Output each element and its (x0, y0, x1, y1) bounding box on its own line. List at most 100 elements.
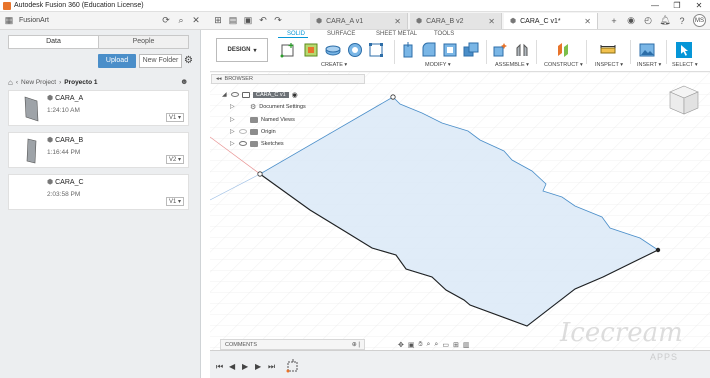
gear-icon[interactable]: ⚙ (184, 55, 193, 66)
undo-icon[interactable]: ↶ (257, 14, 269, 26)
browser-item-sketches[interactable]: ▷ Sketches (230, 138, 284, 149)
close-tab-icon[interactable]: ✕ (394, 17, 401, 26)
activate-radio-icon[interactable]: ◉ (292, 91, 298, 99)
sketch-point[interactable] (390, 94, 396, 100)
save-icon[interactable]: ▣ (242, 14, 254, 26)
tab-cara-a[interactable]: ⬢ CARA_A v1 ✕ (310, 13, 408, 29)
avatar[interactable]: MS (693, 14, 706, 27)
close-button[interactable]: ✕ (688, 0, 710, 12)
tab-cara-b[interactable]: ⬢ CARA_B v2 ✕ (410, 13, 502, 29)
list-item[interactable]: ⬢ CARA_B 1:16:44 PM V2 ▾ (8, 132, 189, 168)
look-at-icon[interactable]: ▣ (408, 341, 415, 349)
list-item[interactable]: ⬢ CARA_A 1:24:10 AM V1 ▾ (8, 90, 189, 126)
assemble-menu[interactable]: ASSEMBLE ▾ (495, 62, 529, 68)
tab-surface[interactable]: SURFACE (327, 31, 355, 37)
refresh-icon[interactable]: ⟳ (160, 14, 172, 26)
new-tab-icon[interactable]: + (608, 15, 620, 27)
notifications-icon[interactable]: 🔔︎ (659, 15, 671, 27)
construct-point-icon[interactable] (368, 42, 384, 58)
close-panel-icon[interactable]: ✕ (190, 14, 202, 26)
construct-menu[interactable]: CONSTRUCT ▾ (544, 62, 583, 68)
apps-grid-icon[interactable]: ⊞ (212, 14, 224, 26)
search-icon[interactable]: ⌕ (175, 14, 187, 26)
visibility-eye-icon[interactable] (231, 92, 239, 97)
browser-panel-header[interactable]: ◂◂ BROWSER (211, 74, 365, 84)
project-name[interactable]: FusionArt (19, 17, 49, 24)
visibility-eye-icon[interactable] (239, 141, 247, 146)
fillet-icon[interactable] (421, 42, 437, 58)
pan-hand-icon[interactable]: ✋︎ (419, 341, 423, 349)
tab-tools[interactable]: TOOLS (434, 31, 454, 37)
maximize-button[interactable]: ❐ (666, 0, 688, 12)
revolve-icon[interactable] (325, 42, 341, 58)
data-panel-grid-icon[interactable]: ▦ (3, 14, 15, 26)
sketch-point[interactable] (257, 171, 263, 177)
help-icon[interactable]: ? (676, 15, 688, 27)
close-tab-icon[interactable]: ✕ (488, 17, 495, 26)
insert-menu[interactable]: INSERT ▾ (637, 62, 661, 68)
sketch-point[interactable] (655, 247, 661, 253)
browser-item-document-settings[interactable]: ▷ ⚙ Document Settings (230, 101, 306, 112)
minimize-button[interactable]: — (644, 0, 666, 12)
version-badge[interactable]: V2 ▾ (165, 155, 184, 164)
offset-plane-icon[interactable] (555, 42, 571, 58)
browser-item-origin[interactable]: ▷ Origin (230, 126, 276, 137)
select-menu[interactable]: SELECT ▾ (672, 62, 698, 68)
close-tab-icon[interactable]: ✕ (584, 17, 591, 26)
zoom-window-icon[interactable]: ⌕ (434, 341, 438, 349)
file-menu-icon[interactable]: ▤ (227, 14, 239, 26)
go-to-end-icon[interactable]: ⏭ (268, 362, 275, 372)
home-icon[interactable]: ⌂ (8, 78, 13, 87)
inspect-menu[interactable]: INSPECT ▾ (595, 62, 623, 68)
zoom-icon[interactable]: ⌕ (427, 341, 431, 349)
upload-button[interactable]: Upload (98, 54, 136, 68)
modify-menu[interactable]: MODIFY ▾ (425, 62, 451, 68)
collapse-arrows-icon[interactable]: ◂◂ (216, 76, 222, 82)
create-menu[interactable]: CREATE ▾ (321, 62, 347, 68)
insert-image-icon[interactable] (639, 42, 655, 58)
comments-panel[interactable]: COMMENTS ⊕ | (220, 339, 365, 350)
job-status-icon[interactable]: ◴ (642, 15, 654, 27)
step-back-icon[interactable]: ◀ (229, 362, 235, 371)
browser-root-component[interactable]: ◢ CARA_C v1 ◉ (222, 89, 298, 100)
timeline-sketch-feature-icon[interactable] (286, 359, 300, 373)
sweep-icon[interactable] (347, 42, 363, 58)
redo-icon[interactable]: ↷ (272, 14, 284, 26)
viewports-icon[interactable]: ▥ (463, 341, 470, 349)
add-comment-icon[interactable]: ⊕ | (352, 341, 360, 348)
play-icon[interactable]: ▶ (242, 362, 248, 371)
step-forward-icon[interactable]: ▶ (255, 362, 261, 371)
tab-people[interactable]: People (98, 36, 188, 48)
tab-cara-c[interactable]: ⬢ CARA_C v1* ✕ (504, 13, 598, 29)
version-badge[interactable]: V1 ▾ (165, 197, 184, 206)
extrude-icon[interactable] (303, 42, 319, 58)
extensions-icon[interactable]: ◉ (625, 15, 637, 27)
tab-data[interactable]: Data (9, 36, 98, 48)
joint-icon[interactable] (514, 42, 530, 58)
visibility-eye-icon[interactable] (239, 129, 247, 134)
go-to-start-icon[interactable]: ⏮ (216, 362, 223, 372)
new-folder-button[interactable]: New Folder (139, 54, 182, 68)
browser-item-named-views[interactable]: ▷ Named Views (230, 114, 295, 125)
shell-icon[interactable] (442, 42, 458, 58)
select-cursor-icon[interactable] (676, 42, 692, 58)
chevron-right-icon[interactable]: ▷ (230, 128, 236, 135)
combine-icon[interactable] (463, 42, 479, 58)
breadcrumb-parent[interactable]: New Project (21, 79, 56, 86)
chevron-right-icon[interactable]: ▷ (230, 140, 236, 147)
chevron-right-icon[interactable]: ▷ (230, 116, 236, 123)
view-cube[interactable] (669, 85, 699, 115)
team-icon[interactable]: ☻ (180, 77, 188, 86)
measure-icon[interactable] (600, 42, 616, 58)
create-sketch-icon[interactable] (280, 42, 296, 58)
workspace-switcher[interactable]: DESIGN ▾ (216, 38, 268, 62)
display-settings-icon[interactable]: ▭ (442, 341, 449, 349)
new-component-icon[interactable] (492, 42, 508, 58)
grid-settings-icon[interactable]: ⊞ (453, 341, 459, 349)
orbit-icon[interactable]: ✥ (398, 341, 404, 349)
chevron-down-icon[interactable]: ◢ (222, 91, 228, 98)
tab-sheet-metal[interactable]: SHEET METAL (376, 31, 417, 37)
press-pull-icon[interactable] (400, 42, 416, 58)
version-badge[interactable]: V1 ▾ (165, 113, 184, 122)
list-item[interactable]: ⬢ CARA_C 2:03:58 PM V1 ▾ (8, 174, 189, 210)
